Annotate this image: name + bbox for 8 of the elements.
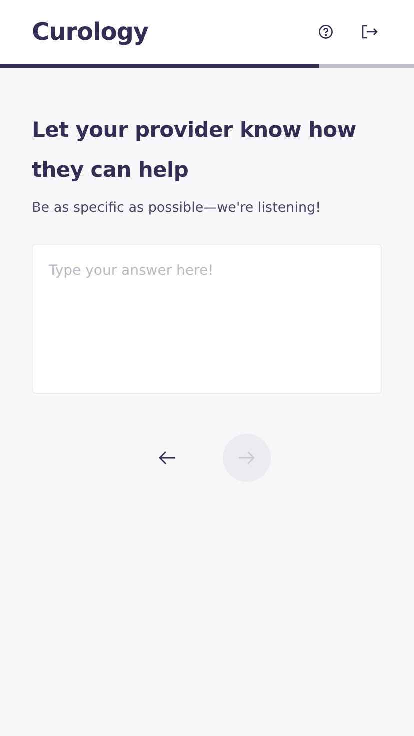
left-arrow-icon — [158, 450, 176, 466]
question-subtitle: Be as specific as possible—we're listening! — [32, 200, 322, 216]
logout-icon — [361, 24, 379, 40]
help-icon — [318, 24, 334, 40]
answer-field[interactable]: Type your answer here! — [32, 244, 382, 394]
question-title: Let your provider know how they can help — [32, 117, 358, 184]
logo: Curology — [32, 18, 150, 46]
right-arrow-icon — [238, 450, 256, 466]
